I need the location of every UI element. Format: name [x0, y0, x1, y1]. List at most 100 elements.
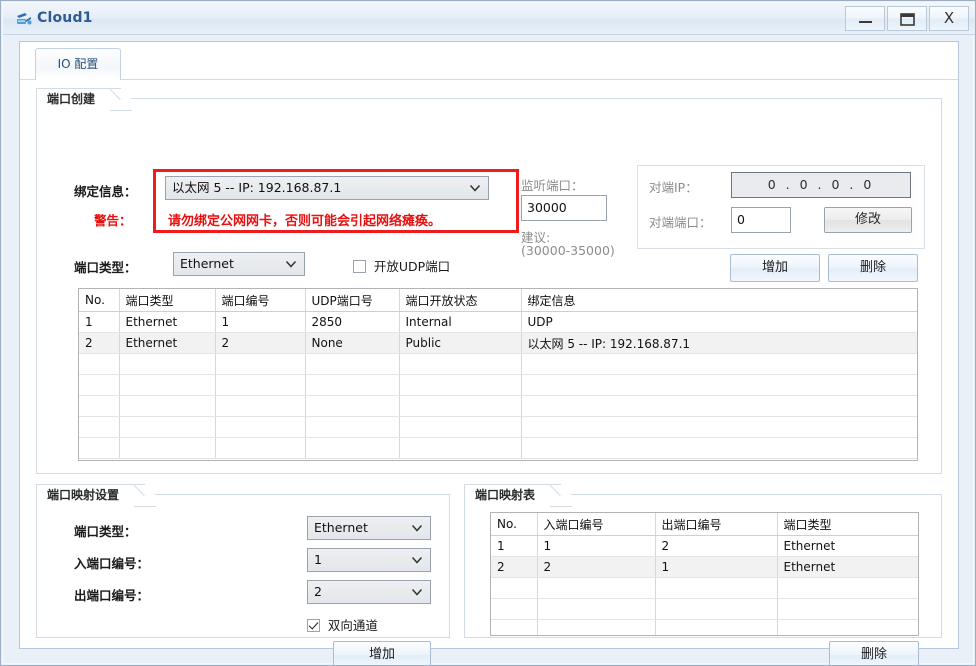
modify-button[interactable]: 修改 [824, 207, 912, 233]
mapping-port-type-value: Ethernet [314, 520, 368, 535]
mapping-table-group-title: 端口映射表 [464, 484, 573, 507]
suggest-range: (30000-35000) [521, 243, 615, 258]
table-row-empty [491, 619, 918, 635]
cell-state: Internal [399, 311, 522, 333]
bidirectional-checkbox[interactable]: 双向通道 [307, 615, 378, 634]
cell-out: 1 [655, 556, 778, 578]
listen-port-input[interactable]: 30000 [521, 195, 607, 221]
warning-label: 警告： [94, 213, 132, 228]
delete-port-button[interactable]: 删除 [828, 254, 918, 282]
mapping-settings-group: 端口映射设置 端口类型： Ethernet 入端口编号： 1 出端口编号： 2 … [36, 484, 450, 665]
port-type-combo[interactable]: Ethernet [173, 252, 305, 276]
checkbox-box-bidirectional [307, 619, 320, 632]
group-title-slant-edge [550, 485, 573, 507]
table-row-empty [491, 598, 918, 620]
title-bar: Cloud1 X [3, 3, 975, 35]
maximize-button[interactable] [887, 6, 927, 31]
mapping-table-group: 端口映射表 No. 入端口编号 出端口编号 端口类型 1 1 2 Etherne… [464, 484, 942, 665]
mapping-table-header-row: No. 入端口编号 出端口编号 端口类型 [491, 513, 918, 536]
in-port-number-value: 1 [314, 552, 322, 567]
chevron-down-icon [411, 517, 423, 539]
tab-active-mask [36, 79, 120, 80]
cell-no: 2 [491, 556, 538, 578]
mapping-table[interactable]: No. 入端口编号 出端口编号 端口类型 1 1 2 Ethernet 2 2 … [490, 512, 919, 636]
binding-info-label: 绑定信息： [74, 184, 137, 199]
port-table-grid: No. 端口类型 端口编号 UDP端口号 端口开放状态 绑定信息 1 Ether… [79, 289, 917, 459]
cell-no: 2 [79, 332, 120, 354]
mapping-add-button[interactable]: 增加 [333, 641, 431, 665]
table-row: 1 1 2 Ethernet [491, 535, 918, 557]
client-area: IO 配置 端口创建 绑定信息： 以太网 5 -- IP: 192.168.87… [19, 41, 959, 665]
table-row-empty [79, 437, 917, 459]
maximize-icon [900, 13, 915, 26]
binding-info-combo[interactable]: 以太网 5 -- IP: 192.168.87.1 [165, 176, 489, 200]
table-row-empty [79, 395, 917, 417]
cell-no: 1 [491, 535, 538, 557]
minimize-button[interactable] [845, 6, 885, 31]
listen-port-label: 监听端口： [521, 178, 584, 193]
port-col-number: 端口编号 [215, 289, 306, 312]
cell-in: 1 [537, 535, 656, 557]
binding-info-value: 以太网 5 -- IP: 192.168.87.1 [172, 180, 342, 195]
table-row: 2 2 1 Ethernet [491, 556, 918, 578]
in-port-number-combo[interactable]: 1 [307, 548, 431, 572]
cell-udp: None [305, 332, 400, 354]
warning-text: 请勿绑定公网网卡，否则可能会引起网络瘫痪。 [168, 214, 442, 229]
chevron-down-icon [411, 549, 423, 571]
chevron-down-icon [285, 253, 297, 275]
port-type-label: 端口类型： [74, 260, 137, 275]
tab-strip: IO 配置 [20, 42, 958, 80]
port-col-binding: 绑定信息 [521, 289, 917, 312]
window-title: Cloud1 [37, 10, 93, 26]
out-port-number-value: 2 [314, 584, 322, 599]
mapping-port-type-label: 端口类型： [74, 524, 137, 539]
add-port-button[interactable]: 增加 [730, 254, 820, 282]
chevron-down-icon [411, 581, 423, 603]
cell-type: Ethernet [777, 535, 918, 557]
port-col-no: No. [79, 289, 120, 312]
cell-out: 2 [655, 535, 778, 557]
cell-state: Public [399, 332, 522, 354]
mapping-delete-button[interactable]: 删除 [829, 641, 919, 665]
cloud-network-icon [15, 10, 33, 28]
out-port-number-label: 出端口编号： [74, 588, 150, 603]
mapping-port-type-combo[interactable]: Ethernet [307, 516, 431, 540]
mapping-table-group-title-text: 端口映射表 [475, 488, 536, 502]
port-table-header-row: No. 端口类型 端口编号 UDP端口号 端口开放状态 绑定信息 [79, 289, 917, 312]
tab-io-config[interactable]: IO 配置 [35, 48, 121, 80]
map-col-type: 端口类型 [777, 513, 918, 536]
bidirectional-checkbox-label: 双向通道 [327, 618, 378, 633]
application-window: Cloud1 X IO 配置 端口创建 绑定信息： 以太网 5 -- IP: 1… [0, 0, 976, 666]
peer-ip-input[interactable]: 0 . 0 . 0 . 0 [731, 172, 911, 198]
cell-binding: 以太网 5 -- IP: 192.168.87.1 [521, 332, 917, 354]
map-col-in: 入端口编号 [537, 513, 656, 536]
port-col-type: 端口类型 [119, 289, 216, 312]
map-col-out: 出端口编号 [655, 513, 778, 536]
in-port-number-label: 入端口编号： [74, 556, 150, 571]
port-create-group: 端口创建 绑定信息： 以太网 5 -- IP: 192.168.87.1 警告：… [36, 88, 942, 474]
cell-number: 2 [215, 332, 306, 354]
port-create-group-title-text: 端口创建 [47, 92, 96, 106]
mapping-table-grid: No. 入端口编号 出端口编号 端口类型 1 1 2 Ethernet 2 2 … [491, 513, 918, 635]
out-port-number-combo[interactable]: 2 [307, 580, 431, 604]
peer-port-input[interactable]: 0 [731, 207, 791, 233]
port-create-group-title: 端口创建 [36, 88, 133, 111]
cell-type: Ethernet [777, 556, 918, 578]
udp-port-checkbox-label: 开放UDP端口 [373, 259, 451, 274]
table-row: 1 Ethernet 1 2850 Internal UDP [79, 311, 917, 333]
table-row: 2 Ethernet 2 None Public 以太网 5 -- IP: 19… [79, 332, 917, 354]
checkbox-box-udp [353, 260, 366, 273]
close-button[interactable]: X [929, 6, 969, 31]
port-col-udp: UDP端口号 [305, 289, 400, 312]
peer-ip-label: 对端IP： [649, 180, 698, 195]
table-row-empty [491, 577, 918, 599]
port-type-value: Ethernet [180, 256, 234, 271]
cell-type: Ethernet [119, 311, 216, 333]
cell-number: 1 [215, 311, 306, 333]
group-title-slant-edge [110, 89, 133, 111]
cell-in: 2 [537, 556, 656, 578]
port-table[interactable]: No. 端口类型 端口编号 UDP端口号 端口开放状态 绑定信息 1 Ether… [78, 288, 918, 461]
table-row-empty [79, 416, 917, 438]
udp-port-checkbox[interactable]: 开放UDP端口 [353, 256, 450, 275]
cell-udp: 2850 [305, 311, 400, 333]
